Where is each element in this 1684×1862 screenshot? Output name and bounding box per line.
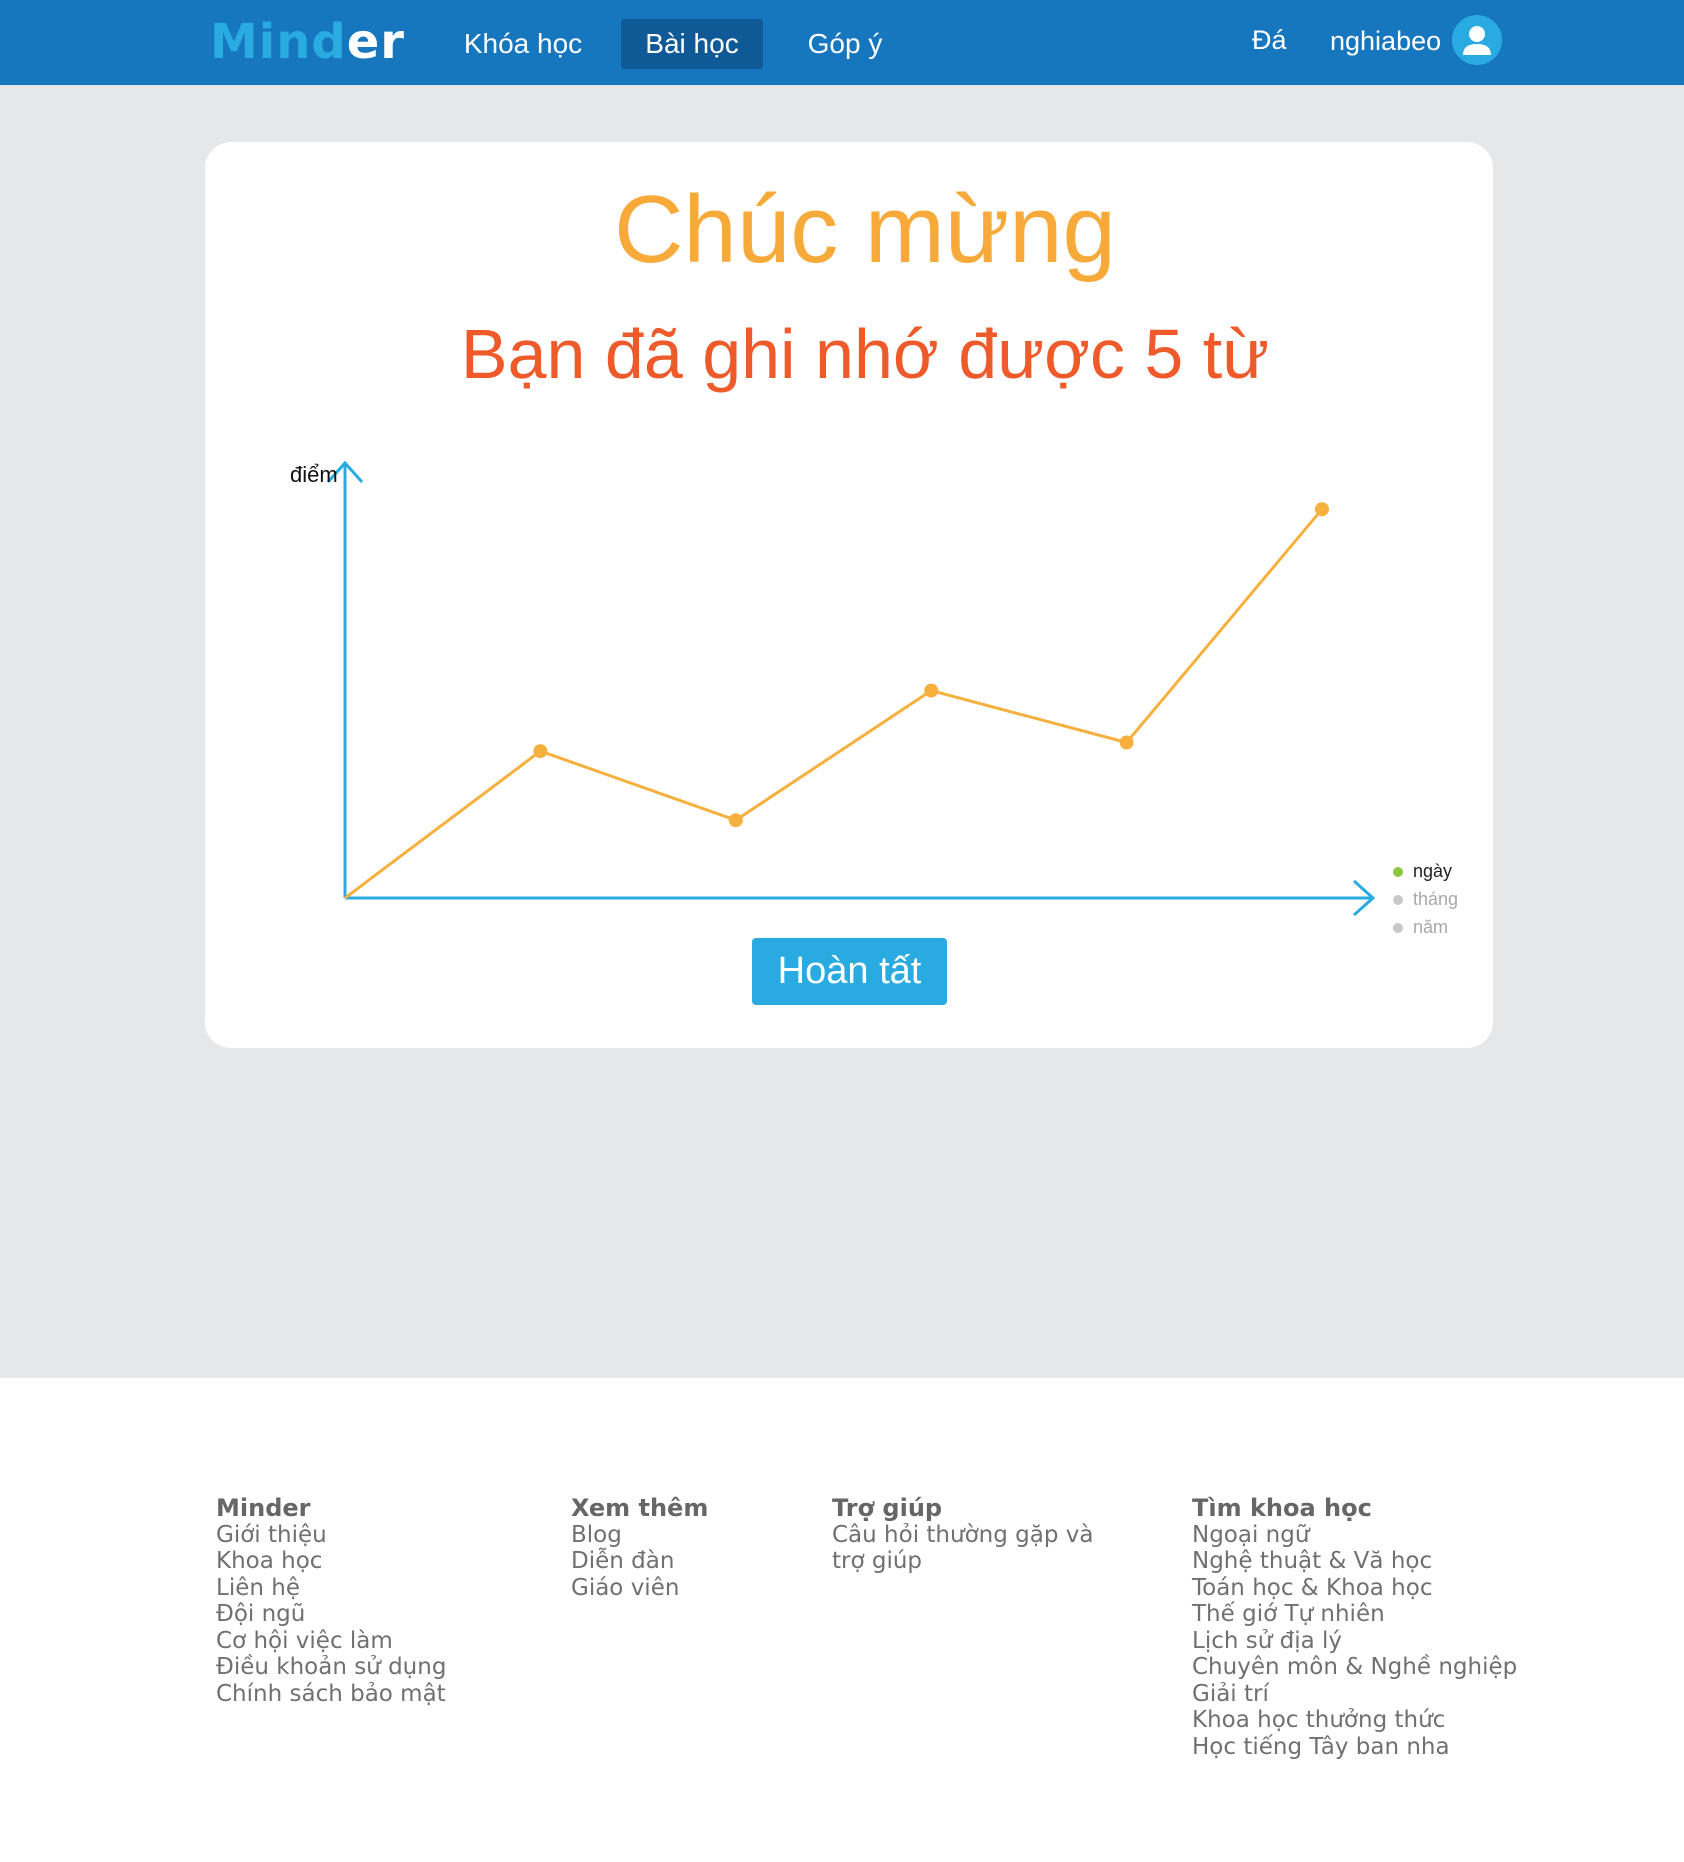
data-point: [1119, 735, 1134, 750]
footer-link[interactable]: Chính sách bảo mật: [216, 1681, 446, 1708]
footer-link[interactable]: trợ giúp: [832, 1548, 1093, 1575]
footer-link[interactable]: Ngoại ngữ: [1192, 1522, 1517, 1549]
footer-link[interactable]: Cơ hội việc làm: [216, 1628, 446, 1655]
footer-col-tim-khoa-hoc: Tìm khoa học Ngoại ngữ Nghệ thuật & Vă học…: [1192, 1495, 1517, 1760]
footer-link[interactable]: Blog: [571, 1522, 708, 1549]
legend-item[interactable]: năm: [1393, 913, 1458, 941]
data-point: [533, 744, 548, 759]
progress-chart: điểm: [290, 460, 1376, 917]
footer-col-xem-them: Xem thêm Blog Diễn đàn Giáo viên: [571, 1495, 708, 1601]
legend-item[interactable]: ngày: [1393, 857, 1458, 885]
data-point: [728, 813, 743, 828]
footer-link[interactable]: Giới thiệu: [216, 1522, 446, 1549]
legend-label: tháng: [1413, 889, 1459, 909]
legend-dot-icon: [1393, 923, 1403, 933]
data-point: [1315, 502, 1329, 517]
footer-link[interactable]: Khoa học: [216, 1548, 446, 1575]
legend-label: năm: [1413, 917, 1449, 937]
footer-heading: Tìm khoa học: [1192, 1494, 1372, 1522]
legend-dot-icon: [1393, 867, 1403, 877]
footer-link[interactable]: Liên hệ: [216, 1575, 446, 1602]
footer-link[interactable]: Chuyên môn & Nghề nghiệp: [1192, 1654, 1517, 1681]
footer-link[interactable]: Lịch sử địa lý: [1192, 1628, 1517, 1655]
footer-link[interactable]: Giáo viên: [571, 1575, 708, 1602]
footer-link[interactable]: Khoa học thưởng thức: [1192, 1707, 1517, 1734]
done-button[interactable]: Hoàn tất: [752, 938, 947, 1005]
footer-col-tro-giup: Trợ giúp Câu hỏi thường gặp và trợ giúp: [832, 1495, 1093, 1575]
footer-link[interactable]: Diễn đàn: [571, 1548, 708, 1575]
footer-link[interactable]: Đội ngũ: [216, 1601, 446, 1628]
footer-link[interactable]: Điều khoản sử dụng: [216, 1654, 446, 1681]
footer-link[interactable]: Thế giớ Tự nhiên: [1192, 1601, 1517, 1628]
legend-label: ngày: [1413, 861, 1453, 881]
footer-link[interactable]: Nghệ thuật & Vă học: [1192, 1548, 1517, 1575]
footer-heading: Xem thêm: [571, 1494, 709, 1522]
footer-link[interactable]: Toán học & Khoa học: [1192, 1575, 1517, 1602]
chart-legend: ngày tháng năm: [1393, 857, 1458, 941]
legend-item[interactable]: tháng: [1393, 885, 1458, 913]
series-line: [344, 508, 1324, 900]
footer-link[interactable]: Giải trí: [1192, 1681, 1517, 1708]
data-point: [924, 683, 939, 698]
footer-link[interactable]: Học tiếng Tây ban nha: [1192, 1734, 1517, 1761]
footer-heading: Trợ giúp: [832, 1494, 943, 1522]
legend-dot-icon: [1393, 895, 1403, 905]
footer-col-minder: Minder Giới thiệu Khoa học Liên hệ Đội ngũ Cơ…: [216, 1495, 446, 1707]
footer-heading: Minder: [216, 1494, 311, 1522]
footer-link[interactable]: Câu hỏi thường gặp và: [832, 1522, 1093, 1549]
y-axis-label: điểm: [290, 462, 338, 487]
